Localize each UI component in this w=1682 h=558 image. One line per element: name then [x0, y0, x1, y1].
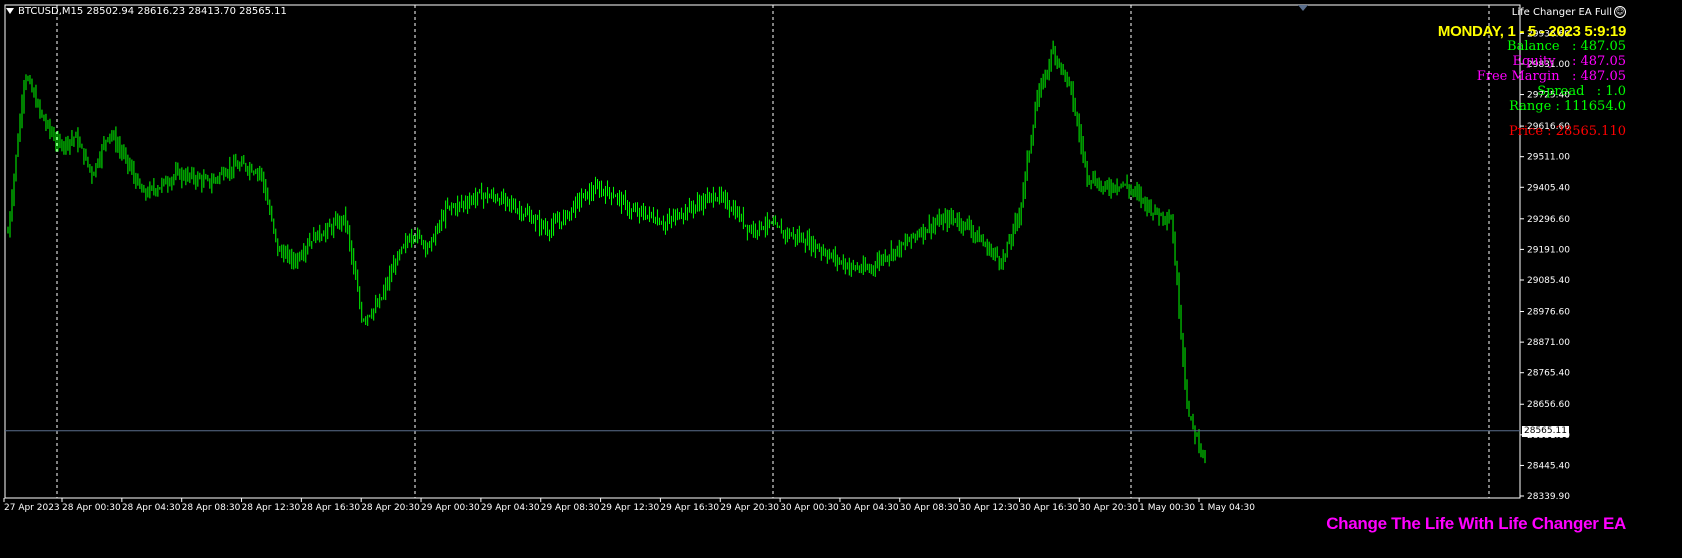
shift-marker-icon[interactable] — [1298, 5, 1308, 11]
y-tick-label: 28871.00 — [1527, 338, 1570, 348]
y-tick-label: 29296.60 — [1527, 215, 1570, 225]
info-row-value: 487.05 — [1580, 54, 1627, 69]
info-row-label: Free Margin : — [1476, 69, 1581, 84]
x-tick-label: 28 Apr 12:30 — [242, 503, 301, 513]
x-tick-label: 30 Apr 00:30 — [780, 503, 839, 513]
x-tick-label: 30 Apr 20:30 — [1079, 503, 1138, 513]
info-row-value: 487.05 — [1580, 39, 1627, 54]
current-price-tag: 28565.11 — [1522, 425, 1569, 437]
info-row: Balance : 487.05 — [1438, 39, 1626, 54]
x-tick-label: 29 Apr 20:30 — [720, 503, 779, 513]
x-tick-label: 30 Apr 04:30 — [840, 503, 899, 513]
info-row-label: Spread : — [1537, 84, 1606, 99]
x-tick-label: 1 May 00:30 — [1139, 503, 1195, 513]
info-row: Range : 111654.0 — [1438, 99, 1626, 114]
collapse-triangle-icon[interactable] — [6, 8, 14, 14]
y-tick-label: 28976.60 — [1527, 308, 1570, 318]
x-tick-label: 28 Apr 20:30 — [361, 503, 420, 513]
info-row-value: 1.0 — [1605, 84, 1626, 99]
ea-label: Life Changer EA Full ☺ — [1512, 6, 1626, 18]
x-tick-label: 28 Apr 08:30 — [182, 503, 241, 513]
ea-name: Life Changer EA Full — [1511, 7, 1612, 18]
x-tick-label: 27 Apr 2023 — [4, 503, 60, 513]
x-tick-label: 30 Apr 16:30 — [1019, 503, 1078, 513]
price-chart[interactable]: 29936.6029831.0029725.4029616.6029511.00… — [0, 0, 1682, 558]
x-tick-label: 28 Apr 16:30 — [301, 503, 360, 513]
info-row: Equity : 487.05 — [1438, 54, 1626, 69]
price-value: 28565.110 — [1555, 124, 1626, 139]
x-tick-label: 29 Apr 12:30 — [601, 503, 660, 513]
date-time: MONDAY, 1 - 5 - 2023 5:9:19 — [1437, 23, 1626, 40]
y-tick-label: 28339.90 — [1527, 492, 1570, 502]
y-tick-label: 28656.60 — [1527, 400, 1570, 410]
chart-window[interactable]: 29936.60 29831.00 29725.40 29616.60 29511.00… — [0, 0, 1682, 558]
footer-brand: Change The Life With Life Changer EA — [1326, 514, 1626, 533]
x-tick-label: 29 Apr 08:30 — [541, 503, 600, 513]
x-tick-label: 28 Apr 00:30 — [62, 503, 121, 513]
y-tick-label: 29191.00 — [1527, 245, 1570, 255]
y-tick-label: 29511.00 — [1527, 153, 1570, 163]
y-tick-label: 28765.40 — [1527, 369, 1570, 379]
info-row-value: 111654.0 — [1563, 99, 1626, 114]
info-row-label: Equity : — [1512, 54, 1581, 69]
y-tick-label: 28445.40 — [1527, 461, 1570, 471]
x-tick-label: 29 Apr 00:30 — [421, 503, 480, 513]
x-tick-label: 1 May 04:30 — [1199, 503, 1255, 513]
price-row: Price : 28565.110 — [1438, 124, 1626, 139]
price-label: Price : — [1508, 124, 1556, 139]
x-tick-label: 28 Apr 04:30 — [122, 503, 181, 513]
x-tick-label: 29 Apr 16:30 — [660, 503, 719, 513]
symbol-header: BTCUSD,M15 28502.94 28616.23 28413.70 28… — [6, 6, 287, 17]
info-row-value: 487.05 — [1580, 69, 1627, 84]
x-tick-label: 30 Apr 12:30 — [960, 503, 1019, 513]
x-tick-label: 29 Apr 04:30 — [481, 503, 540, 513]
plot-frame — [4, 4, 1521, 499]
info-row-label: Range : — [1509, 99, 1564, 114]
x-tick-label: 30 Apr 08:30 — [900, 503, 959, 513]
info-row-label: Balance : — [1507, 39, 1581, 54]
info-row: Free Margin : 487.05 — [1438, 69, 1626, 84]
smiley-icon[interactable]: ☺ — [1614, 6, 1626, 18]
info-row: Spread : 1.0 — [1438, 84, 1626, 99]
y-tick-label: 29405.40 — [1527, 183, 1570, 193]
info-panel: MONDAY, 1 - 5 - 2023 5:9:19 Balance : 48… — [1438, 24, 1626, 139]
y-tick-label: 29085.40 — [1527, 276, 1570, 286]
symbol-info: BTCUSD,M15 28502.94 28616.23 28413.70 28… — [18, 6, 287, 17]
